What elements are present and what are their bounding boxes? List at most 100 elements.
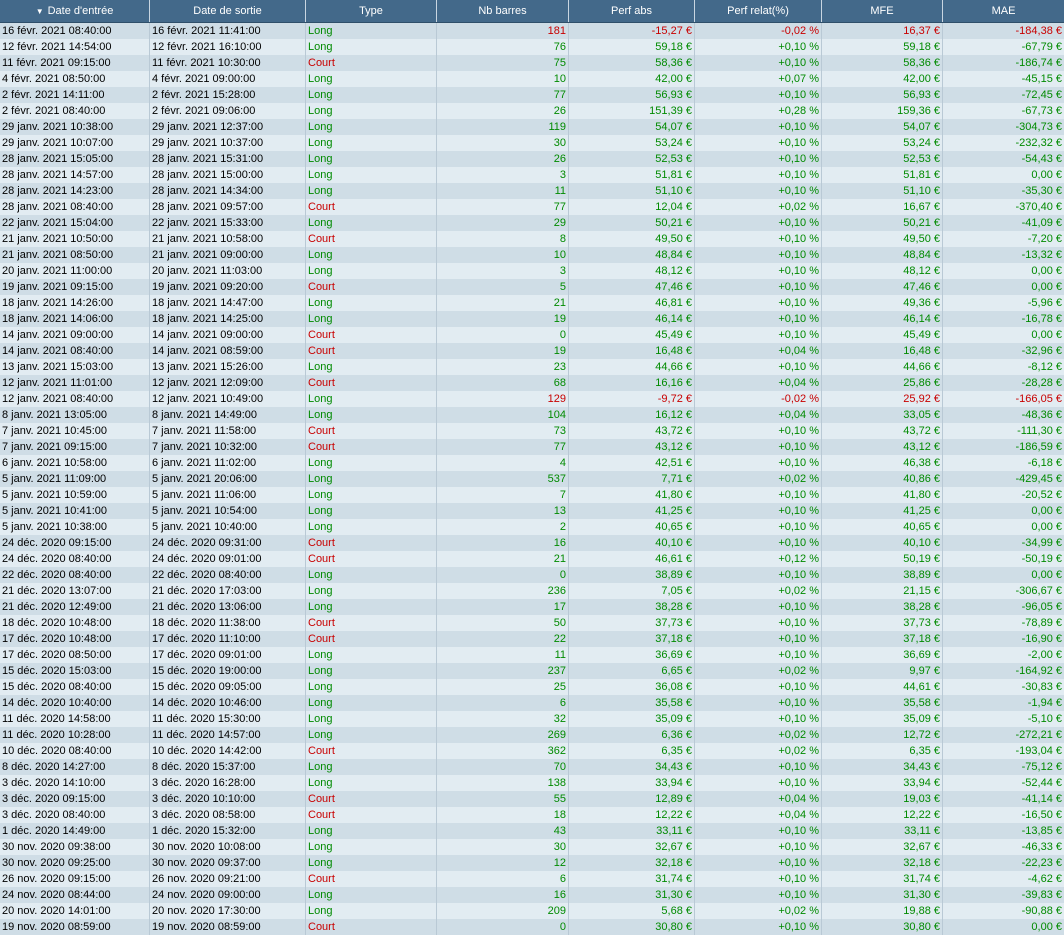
grid-body[interactable]: 16 févr. 2021 08:40:00 16 févr. 2021 11:4… xyxy=(0,23,1064,935)
column-header-entry-date[interactable]: ▼ Date d'entrée xyxy=(0,0,150,22)
table-row[interactable]: 6 janv. 2021 10:58:00 6 janv. 2021 11:02:… xyxy=(0,455,1064,471)
table-row[interactable]: 29 janv. 2021 10:07:00 29 janv. 2021 10:3… xyxy=(0,135,1064,151)
table-row[interactable]: 20 nov. 2020 14:01:00 20 nov. 2020 17:30:… xyxy=(0,903,1064,919)
column-header-mfe[interactable]: MFE xyxy=(822,0,943,22)
table-row[interactable]: 22 déc. 2020 08:40:00 22 déc. 2020 08:40:… xyxy=(0,567,1064,583)
cell-entry-date: 28 janv. 2021 15:05:00 xyxy=(0,151,150,167)
cell-entry-date: 6 janv. 2021 10:58:00 xyxy=(0,455,150,471)
cell-type: Court xyxy=(306,279,437,295)
table-row[interactable]: 18 déc. 2020 10:48:00 18 déc. 2020 11:38:… xyxy=(0,615,1064,631)
table-row[interactable]: 3 déc. 2020 14:10:00 3 déc. 2020 16:28:00… xyxy=(0,775,1064,791)
cell-mae: -5,96 € xyxy=(1027,297,1062,309)
table-row[interactable]: 3 déc. 2020 09:15:00 3 déc. 2020 10:10:00… xyxy=(0,791,1064,807)
cell-rel-perf: -0,02 % xyxy=(695,391,822,407)
cell-mfe: 40,86 € xyxy=(822,471,943,487)
cell-rel-perf: +0,02 % xyxy=(695,199,822,215)
table-row[interactable]: 5 janv. 2021 10:38:00 5 janv. 2021 10:40:… xyxy=(0,519,1064,535)
cell-abs-perf: 31,30 € xyxy=(569,887,695,903)
table-row[interactable]: 24 déc. 2020 08:40:00 24 déc. 2020 09:01:… xyxy=(0,551,1064,567)
table-row[interactable]: 18 janv. 2021 14:06:00 18 janv. 2021 14:2… xyxy=(0,311,1064,327)
table-row[interactable]: 30 nov. 2020 09:25:00 30 nov. 2020 09:37:… xyxy=(0,855,1064,871)
table-row[interactable]: 13 janv. 2021 15:03:00 13 janv. 2021 15:2… xyxy=(0,359,1064,375)
cell-exit-date: 28 janv. 2021 14:34:00 xyxy=(150,183,306,199)
cell-abs-perf: 12,89 € xyxy=(569,791,695,807)
table-row[interactable]: 15 déc. 2020 15:03:00 15 déc. 2020 19:00:… xyxy=(0,663,1064,679)
table-row[interactable]: 1 déc. 2020 14:49:00 1 déc. 2020 15:32:00… xyxy=(0,823,1064,839)
column-header-rel-perf[interactable]: Perf relat(%) xyxy=(695,0,822,22)
table-row[interactable]: 19 nov. 2020 08:59:00 19 nov. 2020 08:59:… xyxy=(0,919,1064,935)
cell-abs-perf: 56,93 € xyxy=(569,87,695,103)
column-header-label: Perf relat(%) xyxy=(727,5,789,17)
cell-type: Long xyxy=(306,887,437,903)
cell-exit-date: 11 févr. 2021 10:30:00 xyxy=(150,55,306,71)
table-row[interactable]: 21 déc. 2020 12:49:00 21 déc. 2020 13:06:… xyxy=(0,599,1064,615)
table-row[interactable]: 14 janv. 2021 08:40:00 14 janv. 2021 08:5… xyxy=(0,343,1064,359)
table-row[interactable]: 8 janv. 2021 13:05:00 8 janv. 2021 14:49:… xyxy=(0,407,1064,423)
trades-grid[interactable]: ▼ Date d'entrée Date de sortie Type Nb barre… xyxy=(0,0,1064,935)
cell-rel-perf: +0,10 % xyxy=(695,839,822,855)
cell-rel-perf: +0,10 % xyxy=(695,231,822,247)
cell-abs-perf: 40,65 € xyxy=(569,519,695,535)
column-header-type[interactable]: Type xyxy=(306,0,437,22)
table-row[interactable]: 28 janv. 2021 08:40:00 28 janv. 2021 09:5… xyxy=(0,199,1064,215)
table-row[interactable]: 5 janv. 2021 10:59:00 5 janv. 2021 11:06:… xyxy=(0,487,1064,503)
table-row[interactable]: 17 déc. 2020 10:48:00 17 déc. 2020 11:10:… xyxy=(0,631,1064,647)
table-row[interactable]: 10 déc. 2020 08:40:00 10 déc. 2020 14:42:… xyxy=(0,743,1064,759)
table-row[interactable]: 7 janv. 2021 10:45:00 7 janv. 2021 11:58:… xyxy=(0,423,1064,439)
table-row[interactable]: 12 janv. 2021 11:01:00 12 janv. 2021 12:0… xyxy=(0,375,1064,391)
cell-rel-perf: +0,10 % xyxy=(695,535,822,551)
table-row[interactable]: 30 nov. 2020 09:38:00 30 nov. 2020 10:08:… xyxy=(0,839,1064,855)
table-row[interactable]: 2 févr. 2021 08:40:00 2 févr. 2021 09:06:… xyxy=(0,103,1064,119)
table-row[interactable]: 21 janv. 2021 08:50:00 21 janv. 2021 09:0… xyxy=(0,247,1064,263)
table-row[interactable]: 26 nov. 2020 09:15:00 26 nov. 2020 09:21:… xyxy=(0,871,1064,887)
table-row[interactable]: 11 févr. 2021 09:15:00 11 févr. 2021 10:3… xyxy=(0,55,1064,71)
table-row[interactable]: 11 déc. 2020 10:28:00 11 déc. 2020 14:57:… xyxy=(0,727,1064,743)
table-row[interactable]: 28 janv. 2021 14:57:00 28 janv. 2021 15:0… xyxy=(0,167,1064,183)
table-row[interactable]: 19 janv. 2021 09:15:00 19 janv. 2021 09:2… xyxy=(0,279,1064,295)
table-row[interactable]: 21 déc. 2020 13:07:00 21 déc. 2020 17:03:… xyxy=(0,583,1064,599)
cell-mae: -184,38 € xyxy=(1015,25,1062,37)
table-row[interactable]: 28 janv. 2021 15:05:00 28 janv. 2021 15:3… xyxy=(0,151,1064,167)
table-row[interactable]: 22 janv. 2021 15:04:00 22 janv. 2021 15:3… xyxy=(0,215,1064,231)
table-row[interactable]: 20 janv. 2021 11:00:00 20 janv. 2021 11:0… xyxy=(0,263,1064,279)
table-row[interactable]: 14 déc. 2020 10:40:00 14 déc. 2020 10:46:… xyxy=(0,695,1064,711)
table-row[interactable]: 8 déc. 2020 14:27:00 8 déc. 2020 15:37:00… xyxy=(0,759,1064,775)
table-row[interactable]: 15 déc. 2020 08:40:00 15 déc. 2020 09:05:… xyxy=(0,679,1064,695)
cell-entry-date: 30 nov. 2020 09:25:00 xyxy=(0,855,150,871)
cell-abs-perf: 5,68 € xyxy=(569,903,695,919)
cell-exit-date: 5 janv. 2021 10:54:00 xyxy=(150,503,306,519)
table-row[interactable]: 17 déc. 2020 08:50:00 17 déc. 2020 09:01:… xyxy=(0,647,1064,663)
table-row[interactable]: 2 févr. 2021 14:11:00 2 févr. 2021 15:28:… xyxy=(0,87,1064,103)
table-row[interactable]: 16 févr. 2021 08:40:00 16 févr. 2021 11:4… xyxy=(0,23,1064,39)
cell-mfe: 6,35 € xyxy=(822,743,943,759)
table-row[interactable]: 24 nov. 2020 08:44:00 24 nov. 2020 09:00:… xyxy=(0,887,1064,903)
table-row[interactable]: 11 déc. 2020 14:58:00 11 déc. 2020 15:30:… xyxy=(0,711,1064,727)
cell-rel-perf: +0,04 % xyxy=(695,807,822,823)
table-row[interactable]: 29 janv. 2021 10:38:00 29 janv. 2021 12:3… xyxy=(0,119,1064,135)
cell-abs-perf: 46,14 € xyxy=(569,311,695,327)
column-header-exit-date[interactable]: Date de sortie xyxy=(150,0,306,22)
table-row[interactable]: 7 janv. 2021 09:15:00 7 janv. 2021 10:32:… xyxy=(0,439,1064,455)
table-row[interactable]: 18 janv. 2021 14:26:00 18 janv. 2021 14:4… xyxy=(0,295,1064,311)
cell-abs-perf: 44,66 € xyxy=(569,359,695,375)
cell-mae: -2,00 € xyxy=(1027,649,1062,661)
table-row[interactable]: 12 févr. 2021 14:54:00 12 févr. 2021 16:1… xyxy=(0,39,1064,55)
column-header-mae[interactable]: MAE xyxy=(943,0,1064,22)
table-row[interactable]: 3 déc. 2020 08:40:00 3 déc. 2020 08:58:00… xyxy=(0,807,1064,823)
cell-rel-perf: +0,10 % xyxy=(695,887,822,903)
cell-mae: -166,05 € xyxy=(1015,393,1062,405)
column-header-bar-count[interactable]: Nb barres xyxy=(437,0,569,22)
cell-mae: -304,73 € xyxy=(1015,121,1062,133)
cell-rel-perf: +0,10 % xyxy=(695,359,822,375)
table-row[interactable]: 5 janv. 2021 11:09:00 5 janv. 2021 20:06:… xyxy=(0,471,1064,487)
cell-bar-count: 3 xyxy=(437,263,569,279)
table-row[interactable]: 28 janv. 2021 14:23:00 28 janv. 2021 14:3… xyxy=(0,183,1064,199)
table-row[interactable]: 24 déc. 2020 09:15:00 24 déc. 2020 09:31:… xyxy=(0,535,1064,551)
table-row[interactable]: 12 janv. 2021 08:40:00 12 janv. 2021 10:4… xyxy=(0,391,1064,407)
table-row[interactable]: 14 janv. 2021 09:00:00 14 janv. 2021 09:0… xyxy=(0,327,1064,343)
table-row[interactable]: 21 janv. 2021 10:50:00 21 janv. 2021 10:5… xyxy=(0,231,1064,247)
cell-mfe: 41,25 € xyxy=(822,503,943,519)
table-row[interactable]: 5 janv. 2021 10:41:00 5 janv. 2021 10:54:… xyxy=(0,503,1064,519)
column-header-abs-perf[interactable]: Perf abs xyxy=(569,0,695,22)
table-row[interactable]: 4 févr. 2021 08:50:00 4 févr. 2021 09:00:… xyxy=(0,71,1064,87)
